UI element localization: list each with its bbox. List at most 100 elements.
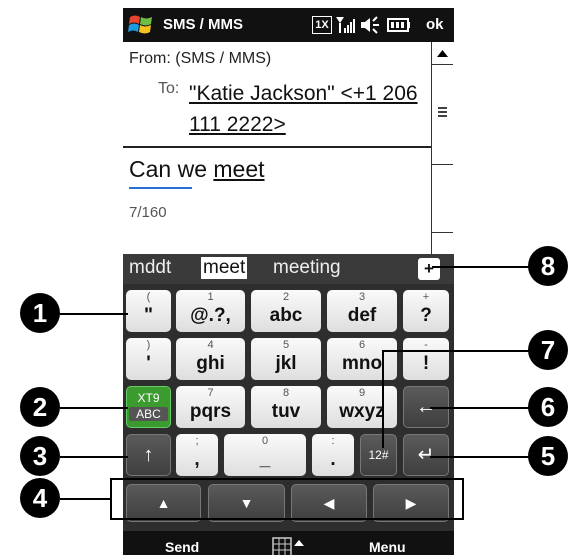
key-9[interactable]: 9 wxyz [327,386,397,428]
from-label: From: [129,50,171,67]
key-alt-char: + [422,291,430,303]
message-compose-area: From: (SMS / MMS) To: "Katie Jackson" <+… [123,42,454,254]
body-text: Can we [129,156,214,182]
callout-4: 4 [20,478,60,518]
key-main-char: ' [146,353,151,374]
xt9-label: XT9 [137,391,160,405]
to-recipient-field[interactable]: "Katie Jackson" <+1 206 111 2222> [189,78,429,140]
key-alt-char: : [331,435,335,447]
key-2[interactable]: 2 abc [251,290,321,332]
suggestion-item-selected[interactable]: meet [201,257,248,279]
menu-softkey[interactable]: Menu [369,539,406,555]
key-main-char: pqrs [189,401,232,422]
input-panel-toggle-icon[interactable] [272,537,306,555]
key-alt-char: ) [146,339,151,351]
key-1[interactable]: 1 @.?, [176,290,245,332]
key-6[interactable]: 6 mno [327,338,397,380]
key-question[interactable]: +? [403,290,449,332]
from-row: From: (SMS / MMS) [129,50,271,68]
key-comma[interactable]: ;, [176,434,218,476]
key-period[interactable]: :. [312,434,354,476]
key-exclamation[interactable]: -! [403,338,449,380]
char-count: 7/160 [129,204,167,221]
key-alt-char: 9 [358,387,366,399]
space-key[interactable]: 0 _ [224,434,306,476]
callout-leader-3 [60,456,128,458]
more-suggestions-button[interactable]: + [418,258,440,280]
key-alt-char: 5 [282,339,290,351]
battery-icon [387,18,410,32]
callout-2: 2 [20,387,60,427]
key-alt-char: 2 [282,291,290,303]
scroll-up-arrow-icon[interactable] [432,42,453,65]
message-body-field[interactable]: Can we meet [129,156,265,183]
key-8[interactable]: 8 tuv [251,386,321,428]
key-alt-char: 8 [282,387,290,399]
key-main-char: wxyz [339,401,385,422]
callout-8: 8 [528,246,568,286]
phone-screen: SMS / MMS 1X ok From: (SMS / MMS) To: "K… [123,8,454,555]
callout-5: 5 [528,436,568,476]
from-value: (SMS / MMS) [175,50,272,67]
key-main-char: ghi [196,353,225,374]
softkey-bar: Send Menu [123,531,454,555]
key-main-char: tuv [271,401,301,422]
callout-3: 3 [20,436,60,476]
abc-label: ABC [129,407,168,421]
word-suggestion-bar: mddt meet meeting + [123,254,454,284]
suggestion-item[interactable]: meeting [273,257,341,279]
scrollbar[interactable] [431,42,453,254]
callout-leader-8 [432,266,530,268]
scroll-down-arrow-icon[interactable] [432,232,453,255]
key-alt-char: 0 [261,435,269,447]
key-quote[interactable]: (" [126,290,171,332]
enter-button[interactable]: ↵ [403,434,449,476]
body-current-word: meet [213,156,265,182]
key-main-char: , [194,449,200,470]
key-alt-char: 1 [207,291,214,303]
arrow-keys-highlight [110,478,464,520]
callout-6: 6 [528,387,568,427]
key-main-char: ? [420,305,432,326]
callout-leader-2 [60,407,128,409]
key-main-char: mno [341,353,383,374]
key-5[interactable]: 5 jkl [251,338,321,380]
callout-7: 7 [528,330,568,370]
callout-1: 1 [20,293,60,333]
text-cursor [129,187,192,189]
key-alt-char: 4 [207,339,214,351]
key-apostrophe[interactable]: ) ' [126,338,171,380]
title-bar: SMS / MMS 1X ok [123,8,454,42]
signal-icon [336,17,355,33]
key-alt-char: ; [195,435,199,447]
key-main-char: def [347,305,377,326]
xt9-mode-button[interactable]: XT9 ABC [126,386,171,428]
key-7[interactable]: 7 pqrs [176,386,245,428]
key-main-char: abc [269,305,303,326]
key-alt-char: 3 [358,291,366,303]
send-softkey[interactable]: Send [165,539,199,555]
ok-button[interactable]: ok [426,16,444,33]
key-main-char: _ [259,449,271,470]
suggestion-item[interactable]: mddt [129,257,171,279]
scroll-thumb[interactable] [432,64,453,165]
key-main-char: . [330,449,336,470]
key-main-char: jkl [275,353,297,374]
key-main-char: ! [422,353,430,374]
speaker-icon [361,16,379,34]
key-main-char: " [143,305,153,326]
numeric-mode-button[interactable]: 12# [360,434,397,476]
callout-leader-6 [430,407,530,409]
network-1x-icon: 1X [312,16,332,34]
shift-button[interactable]: ↑ [126,434,171,476]
key-alt-char: ( [146,291,151,303]
app-title: SMS / MMS [163,16,244,33]
header-divider [123,146,431,148]
callout-leader-7 [382,350,530,352]
windows-logo-icon[interactable] [128,13,154,37]
callout-leader-7-vertical [382,350,384,448]
to-label: To: [158,80,180,97]
key-4[interactable]: 4 ghi [176,338,245,380]
callout-leader-1 [60,313,128,315]
key-3[interactable]: 3 def [327,290,397,332]
